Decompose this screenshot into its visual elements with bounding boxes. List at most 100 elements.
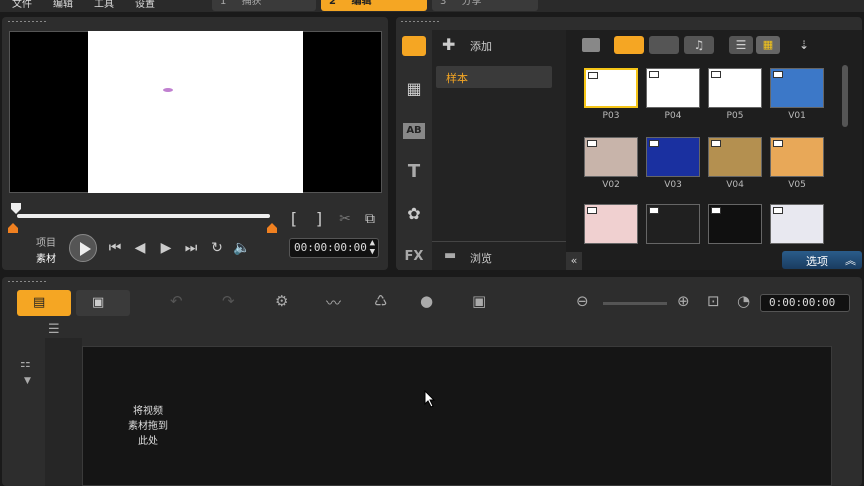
browse-label: 浏览 — [470, 252, 492, 265]
trim-start-icon — [8, 223, 18, 233]
tab-edit-label: 编辑 — [351, 0, 372, 7]
sound-mixer-icon[interactable]: 〰 — [326, 292, 341, 313]
mode-project-label[interactable]: 项目 — [36, 234, 56, 249]
library-thumbnail[interactable] — [646, 137, 700, 177]
storyboard-track[interactable]: 将视频 素材拖到 此处 — [82, 346, 832, 486]
enlarge-preview-icon[interactable]: ⧉ — [361, 210, 379, 228]
track-manager-icon[interactable]: ☰ — [48, 322, 60, 337]
thumbnail-label: V01 — [788, 111, 806, 121]
add-folder-label[interactable]: 添加 — [470, 38, 492, 54]
library-thumbnail[interactable] — [584, 137, 638, 177]
menu-bar: 文件 编辑 工具 设置 1 捕获 2 编辑 3 分享 — [0, 0, 864, 12]
next-frame-icon[interactable]: ▶ — [157, 239, 175, 257]
zoom-in-icon[interactable]: ⊕ — [677, 292, 690, 310]
library-thumbnail[interactable] — [770, 204, 824, 244]
library-grip[interactable] — [400, 20, 440, 23]
browse-icon: ▬ — [444, 248, 457, 263]
library-thumbnail[interactable] — [708, 68, 762, 108]
add-folder-icon[interactable]: ✚ — [442, 35, 455, 54]
options-label: 选项 — [806, 255, 828, 268]
library-thumbnail[interactable] — [770, 68, 824, 108]
trim-start-marker[interactable] — [8, 218, 18, 237]
library-thumbnail[interactable] — [646, 204, 700, 244]
zoom-out-icon[interactable]: ⊖ — [576, 292, 589, 310]
undo-icon[interactable]: ↶ — [170, 292, 183, 310]
duration-clock-icon[interactable]: ◔ — [737, 292, 750, 310]
transition-icon[interactable]: ▦ — [402, 80, 426, 98]
scrubber-track[interactable] — [17, 214, 270, 218]
show-photo-button[interactable] — [649, 36, 679, 54]
thumbnail-label: V02 — [602, 180, 620, 190]
mode-clip-label[interactable]: 素材 — [36, 250, 56, 265]
tab-edit[interactable]: 2 编辑 — [321, 0, 427, 11]
library-thumbnail[interactable] — [646, 68, 700, 108]
cursor-arrow-icon — [424, 389, 436, 408]
show-audio-button[interactable]: ♫ — [684, 36, 714, 54]
volume-icon[interactable]: 🔈 — [233, 239, 251, 257]
collapse-panel-icon[interactable]: « — [566, 252, 582, 270]
preview-grip[interactable] — [7, 20, 47, 23]
drop-hint-text: 将视频 素材拖到 此处 — [128, 406, 168, 447]
options-button[interactable]: 选项 ︽ — [782, 251, 862, 269]
text-icon[interactable]: T — [402, 163, 426, 181]
split-clip-icon[interactable]: ✂ — [337, 210, 353, 228]
mark-in-button[interactable]: [ — [288, 210, 300, 228]
menu-edit[interactable]: 编辑 — [53, 0, 73, 10]
zoom-slider[interactable] — [603, 302, 667, 305]
folder-item-sample[interactable]: 样本 — [436, 66, 552, 88]
menu-settings[interactable]: 设置 — [135, 0, 155, 10]
repeat-icon[interactable]: ↻ — [208, 239, 226, 257]
library-thumbnail[interactable] — [584, 204, 638, 244]
media-type-badge-icon — [711, 140, 721, 147]
redo-icon[interactable]: ↷ — [222, 292, 235, 310]
library-thumbnail[interactable] — [708, 137, 762, 177]
motion-tracking-icon[interactable]: ● — [420, 292, 433, 310]
timecode-spinner-icon[interactable]: ▲ ▼ — [370, 239, 375, 257]
preview-timecode[interactable]: 00:00:00:00 ▲ ▼ — [289, 238, 379, 258]
tab-share-num: 3 — [440, 0, 447, 7]
track-settings-icon[interactable]: ⚏ — [20, 356, 31, 370]
menu-tools[interactable]: 工具 — [94, 0, 114, 10]
timeline-timecode[interactable]: 0:00:00:00 — [760, 294, 850, 312]
thumbnail-label: P05 — [726, 111, 744, 121]
storyboard-icon: ▤ — [33, 295, 46, 310]
thumbnail-view-icon[interactable]: ▦ — [756, 36, 780, 54]
browse-button[interactable]: ▬ 浏览 — [432, 241, 566, 270]
track-expand-icon[interactable]: ▼ — [24, 376, 31, 386]
media-type-badge-icon — [588, 72, 598, 79]
list-view-icon[interactable]: ☰ — [729, 36, 753, 54]
folder-icon[interactable] — [582, 38, 600, 52]
play-button[interactable] — [69, 234, 97, 262]
storyboard-view-button[interactable]: ▤ — [17, 290, 71, 316]
go-to-start-icon[interactable]: ⏮ — [106, 239, 124, 257]
trim-end-marker[interactable] — [267, 218, 277, 237]
grid-scrollbar[interactable] — [842, 65, 848, 127]
subtitle-editor-icon[interactable]: ▣ — [472, 292, 486, 310]
library-thumbnail[interactable] — [708, 204, 762, 244]
timeline-view-button[interactable]: ▣ — [76, 290, 130, 316]
tab-capture[interactable]: 1 捕获 — [212, 0, 316, 11]
fit-to-window-icon[interactable]: ⊡ — [707, 292, 720, 310]
media-type-badge-icon — [649, 71, 659, 78]
sort-icon[interactable]: ⇣ — [794, 36, 814, 54]
auto-music-icon[interactable]: ♺ — [374, 292, 387, 310]
options-chevron-icon: ︽ — [845, 254, 856, 267]
previous-frame-icon[interactable]: ◀ — [131, 239, 149, 257]
media-type-badge-icon — [587, 207, 597, 214]
graphics-icon[interactable]: ✿ — [402, 205, 426, 223]
tab-share[interactable]: 3 分享 — [432, 0, 538, 11]
mark-out-button[interactable]: ] — [313, 210, 325, 228]
show-video-button[interactable] — [614, 36, 644, 54]
play-icon — [80, 242, 91, 256]
library-thumbnail[interactable] — [770, 137, 824, 177]
record-capture-icon[interactable]: ⚙ — [275, 292, 288, 310]
tab-capture-num: 1 — [220, 0, 227, 7]
go-to-end-icon[interactable]: ⏭ — [182, 239, 200, 257]
media-library-icon[interactable] — [402, 36, 426, 56]
menu-file[interactable]: 文件 — [12, 0, 32, 10]
timeline-grip[interactable] — [7, 280, 47, 283]
title-effect-icon[interactable]: AB — [403, 123, 425, 139]
track-header-column — [45, 338, 82, 486]
library-thumbnail[interactable] — [584, 68, 638, 108]
filter-fx-icon[interactable]: FX — [402, 248, 426, 266]
